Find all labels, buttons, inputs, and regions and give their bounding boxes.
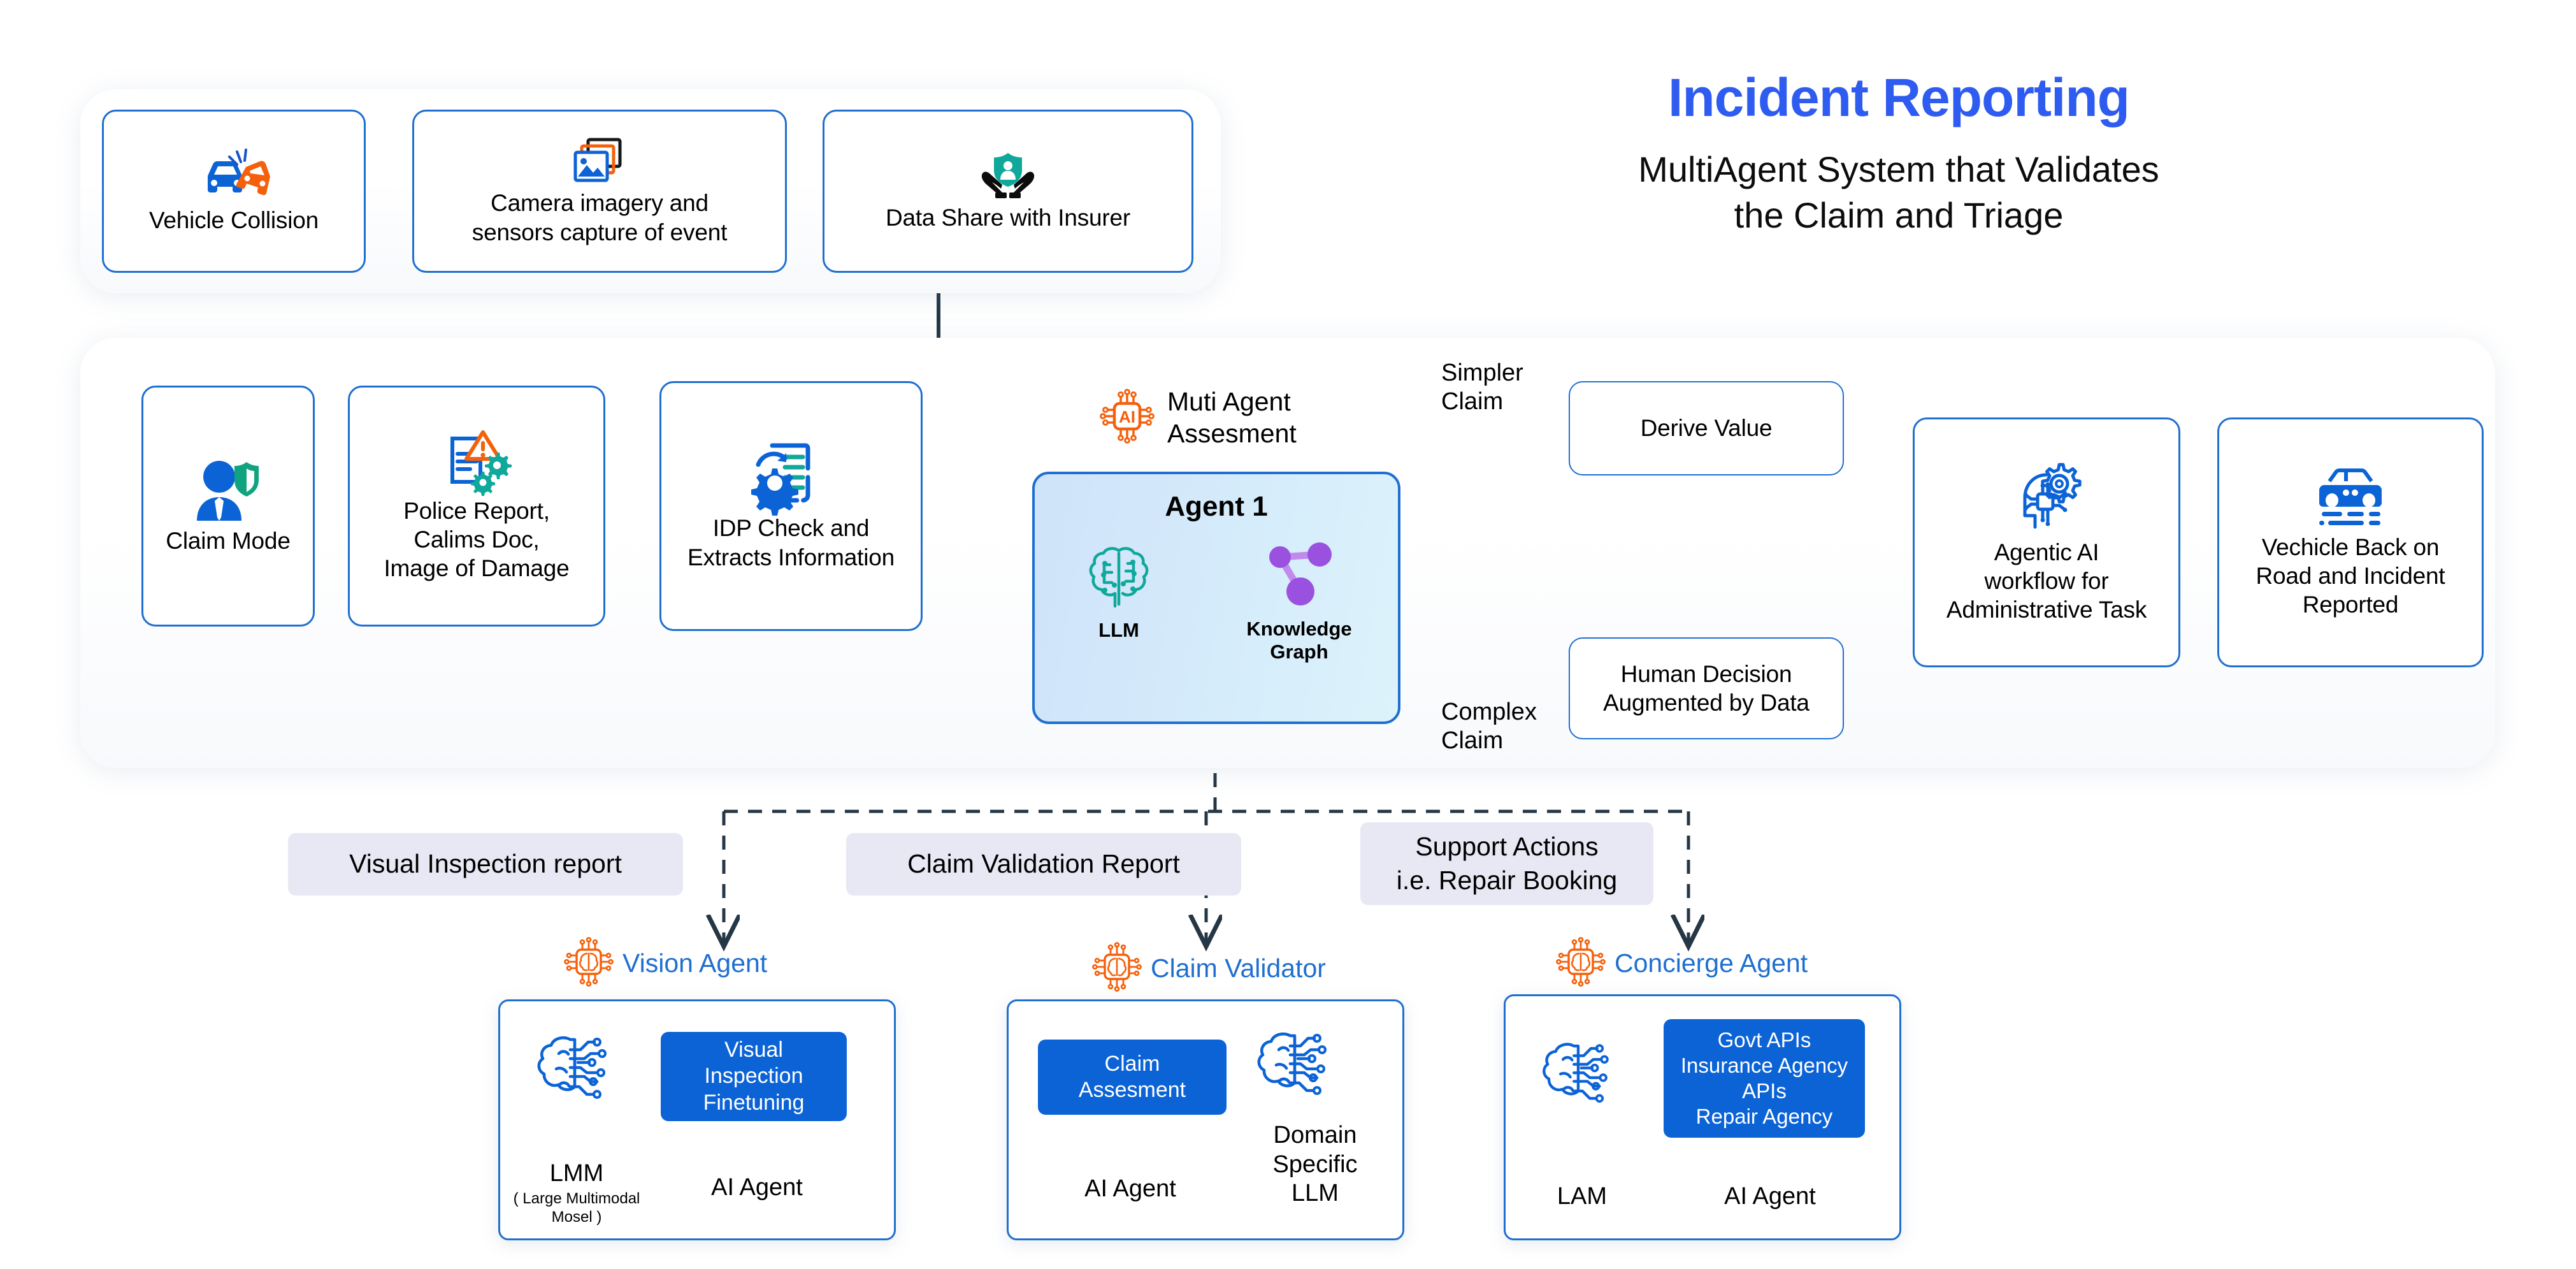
knowledge-graph-icon xyxy=(1226,538,1372,613)
car-collision-icon xyxy=(196,148,271,206)
agent-chip-line2: Assesment xyxy=(1078,1078,1186,1102)
agent-chip-line1: Govt APIs xyxy=(1717,1027,1811,1052)
main-card-label-line2: Extracts Information xyxy=(687,544,895,570)
top-card-vehicle-collision[interactable]: Vehicle Collision xyxy=(102,110,366,273)
agent-left-caption-vision: LMM xyxy=(549,1160,604,1187)
ai-brain-chip-icon xyxy=(1556,937,1606,990)
outcome-label-line3: Reported xyxy=(2302,591,2399,618)
outcome-card-agentic-ai[interactable]: Agentic AI workflow for Administrative T… xyxy=(1913,417,2180,667)
main-card-label-line3: Image of Damage xyxy=(384,555,570,582)
output-pill-support-actions[interactable]: Support Actions i.e. Repair Booking xyxy=(1360,822,1653,905)
main-card-claim-mode[interactable]: Claim Mode xyxy=(141,386,315,627)
page-subtitle: MultiAgent System that Validates the Cla… xyxy=(1485,147,2313,238)
agent-name: Concierge Agent xyxy=(1615,948,1808,978)
agent-left-subcaption-vision: ( Large Multimodal Mosel ) xyxy=(513,1190,640,1226)
page-subtitle-line2: the Claim and Triage xyxy=(1734,194,2064,235)
top-card-label-line2: sensors capture of event xyxy=(471,219,728,245)
main-card-police-report[interactable]: Police Report, Calims Doc, Image of Dama… xyxy=(348,386,605,627)
branch-card-derive-value[interactable]: Derive Value xyxy=(1569,381,1844,475)
car-front-icon xyxy=(2310,466,2391,533)
photo-stack-icon xyxy=(570,136,629,189)
assessment-label-line1: Muti Agent xyxy=(1167,386,1291,416)
agent-chip-line2: Inspection xyxy=(704,1064,803,1089)
assessment-label-line2: Assesment xyxy=(1167,419,1297,448)
agent-header-claim-validator: Claim Validator xyxy=(1092,942,1326,995)
main-card-label-line1: IDP Check and xyxy=(712,515,870,542)
outcome-label-line1: Agentic AI xyxy=(1994,539,2099,565)
branch-label-complex-claim: Complex Claim xyxy=(1441,699,1537,754)
output-pill-visual-inspection[interactable]: Visual Inspection report xyxy=(288,833,683,896)
output-pill-label-line2: i.e. Repair Booking xyxy=(1396,866,1618,895)
main-card-label-line2: Calims Doc, xyxy=(414,526,540,553)
agent-header-vision: Vision Agent xyxy=(564,937,767,990)
outcome-label-line1: Vechicle Back on xyxy=(2261,533,2440,560)
top-card-label: Vehicle Collision xyxy=(148,207,319,233)
agent-name: Vision Agent xyxy=(622,948,768,978)
agent-chip-vision[interactable]: Visual Inspection Finetuning xyxy=(661,1032,847,1121)
agent1-kg-caption-line2: Graph xyxy=(1270,640,1328,663)
agent1-kg-cell: Knowledge Graph xyxy=(1226,538,1372,664)
agent1-title: Agent 1 xyxy=(1165,491,1268,522)
output-pill-label-line1: Support Actions xyxy=(1415,831,1599,861)
svg-text:AI: AI xyxy=(1119,407,1135,426)
agent-chip-line3: APIs xyxy=(1742,1079,1787,1103)
agent-header-concierge: Concierge Agent xyxy=(1556,937,1808,990)
outcome-label-line2: Road and Incident xyxy=(2256,562,2445,589)
outcome-label-line2: workflow for xyxy=(1984,567,2109,594)
ai-brain-chip-icon xyxy=(1092,942,1142,995)
agent-chip-line1: Visual xyxy=(724,1037,783,1062)
agent-chip-line4: Repair Agency xyxy=(1695,1105,1833,1129)
branch-card-label-line1: Human Decision xyxy=(1620,660,1792,687)
branch-label-simpler-claim: Simpler Claim xyxy=(1441,359,1523,415)
top-card-camera-imagery[interactable]: Camera imagery and sensors capture of ev… xyxy=(412,110,787,273)
agent-chip-line2: Insurance Agency xyxy=(1680,1053,1848,1077)
agent-chip-line3: Finetuning xyxy=(703,1090,805,1115)
agent-left-caption-claim-validator: AI Agent xyxy=(1084,1175,1176,1202)
agent-right-caption-concierge: AI Agent xyxy=(1724,1183,1816,1210)
top-card-label: Data Share with Insurer xyxy=(885,204,1131,231)
agent-left-caption-concierge: LAM xyxy=(1557,1183,1608,1210)
agent-card-concierge[interactable]: Govt APIs Insurance Agency APIs Repair A… xyxy=(1504,994,1901,1240)
main-card-label: Claim Mode xyxy=(166,527,291,554)
agent-right-caption-claim-validator: Domain Specific LLM xyxy=(1272,1122,1358,1207)
agent-chip-claim-validator[interactable]: Claim Assesment xyxy=(1038,1040,1227,1115)
hands-shield-person-icon xyxy=(979,150,1037,203)
branch-card-label: Derive Value xyxy=(1640,415,1773,442)
multi-agent-assessment-badge: AI Muti Agent Assesment xyxy=(1100,382,1431,453)
page-title: Incident Reporting xyxy=(1668,68,2130,127)
agent-name: Claim Validator xyxy=(1151,954,1326,983)
agent-card-claim-validator[interactable]: Claim Assesment AI Agent Domain Specific… xyxy=(1007,999,1404,1240)
page-subtitle-line1: MultiAgent System that Validates xyxy=(1638,149,2159,189)
agent-card-vision[interactable]: Visual Inspection Finetuning LMM ( Large… xyxy=(498,999,896,1240)
diagram-canvas: Vehicle Collision Camera imagery and sen… xyxy=(0,0,2576,1269)
ai-chip-icon: AI xyxy=(1100,388,1155,447)
person-shield-icon xyxy=(191,457,266,526)
ai-head-gear-icon xyxy=(2010,461,2083,538)
agent1-kg-caption-line1: Knowledge xyxy=(1246,618,1352,640)
document-gear-refresh-icon xyxy=(751,440,830,516)
output-pill-label: Claim Validation Report xyxy=(907,849,1180,879)
main-card-idp-check[interactable]: IDP Check and Extracts Information xyxy=(659,381,923,631)
main-card-label-line1: Police Report, xyxy=(403,497,550,524)
agent-right-caption-vision: AI Agent xyxy=(711,1174,803,1201)
agent1-llm-cell: LLM xyxy=(1061,544,1176,642)
ai-brain-chip-icon xyxy=(564,937,614,990)
branch-card-human-decision[interactable]: Human Decision Augmented by Data xyxy=(1569,637,1844,739)
outcome-label-line3: Administrative Task xyxy=(1946,597,2147,623)
output-pill-label: Visual Inspection report xyxy=(349,849,622,879)
top-card-label-line1: Camera imagery and xyxy=(491,190,709,217)
output-pill-claim-validation[interactable]: Claim Validation Report xyxy=(846,833,1241,896)
brain-circuit-icon xyxy=(1061,544,1176,614)
agent1-box[interactable]: Agent 1 LLM Knowledge Graph xyxy=(1032,472,1400,724)
document-alert-gears-icon xyxy=(441,430,512,497)
branch-card-label-line2: Augmented by Data xyxy=(1603,690,1810,716)
outcome-card-vehicle-back[interactable]: Vechicle Back on Road and Incident Repor… xyxy=(2217,417,2484,667)
agent-chip-line1: Claim xyxy=(1104,1051,1160,1076)
brain-circuit-outline-icon xyxy=(1536,1038,1619,1115)
agent-chip-concierge[interactable]: Govt APIs Insurance Agency APIs Repair A… xyxy=(1664,1019,1865,1138)
agent1-llm-caption: LLM xyxy=(1098,619,1139,641)
brain-circuit-outline-icon xyxy=(531,1032,617,1112)
top-card-data-share[interactable]: Data Share with Insurer xyxy=(823,110,1193,273)
brain-circuit-outline-icon xyxy=(1251,1028,1337,1108)
